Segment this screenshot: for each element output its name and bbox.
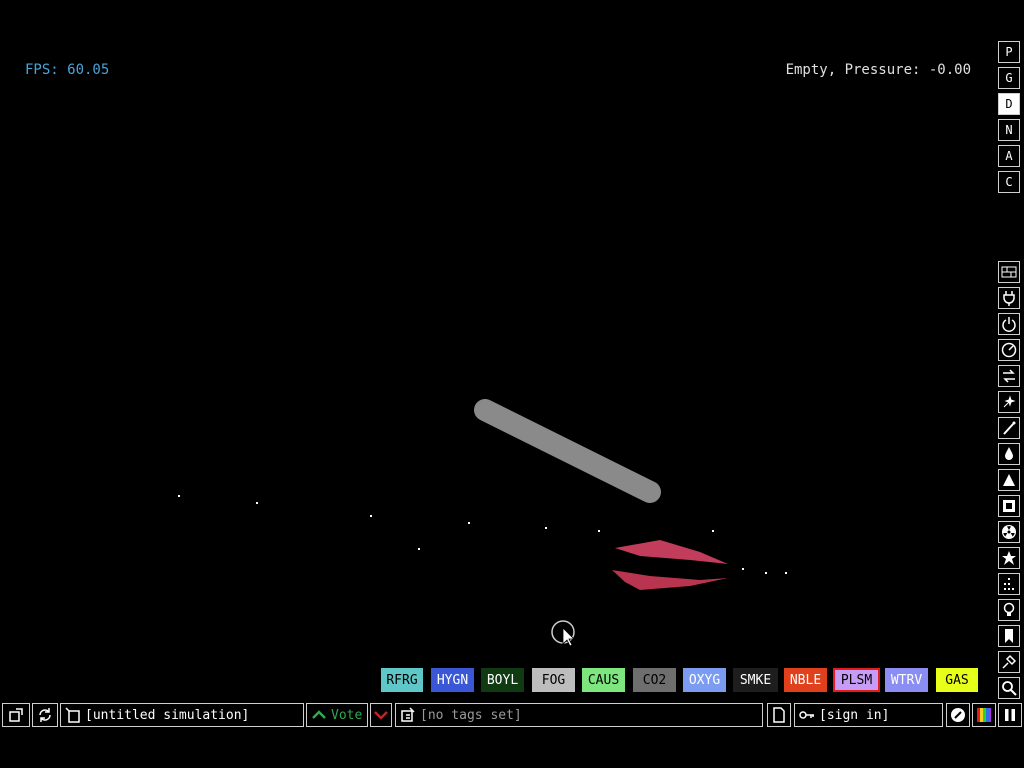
tags-field[interactable]: [no tags set] xyxy=(395,703,763,727)
sign-in-button[interactable]: [sign in] xyxy=(794,703,943,727)
force-icon[interactable] xyxy=(998,365,1020,387)
save-icon xyxy=(65,707,81,723)
element-button-smke[interactable]: SMKE xyxy=(733,668,778,692)
vote-up-button[interactable]: Vote xyxy=(306,703,368,727)
element-button-nble[interactable]: NBLE xyxy=(784,668,827,692)
walls-icon[interactable] xyxy=(998,261,1020,283)
element-button-co2[interactable]: CO2 xyxy=(633,668,676,692)
save-simulation-button[interactable]: [untitled simulation] xyxy=(60,703,304,727)
element-button-hygn[interactable]: HYGN xyxy=(431,668,474,692)
plasma-cloud xyxy=(612,540,728,590)
element-button-gas[interactable]: GAS xyxy=(936,668,978,692)
palette-icon xyxy=(977,708,991,722)
simulation-title: [untitled simulation] xyxy=(85,707,250,723)
settings-icon xyxy=(951,708,965,722)
renderer-button[interactable] xyxy=(972,703,996,727)
open-icon xyxy=(9,708,23,722)
mode-button-p[interactable]: P xyxy=(998,41,1020,63)
new-simulation-button[interactable] xyxy=(767,703,791,727)
simulation-canvas[interactable] xyxy=(0,0,990,660)
element-button-fog[interactable]: FOG xyxy=(532,668,575,692)
pause-icon xyxy=(1005,709,1015,721)
vote-down-icon xyxy=(374,711,388,720)
search-icon[interactable] xyxy=(998,677,1020,699)
open-simulation-button[interactable] xyxy=(2,703,30,727)
gas-streak xyxy=(474,399,661,503)
document-icon xyxy=(773,707,785,723)
life-icon[interactable] xyxy=(998,573,1020,595)
tag-icon xyxy=(400,707,416,723)
tools-icon[interactable] xyxy=(998,599,1020,621)
pause-button[interactable] xyxy=(998,703,1022,727)
vote-label: Vote xyxy=(331,707,363,723)
pressure-readout: Empty, Pressure: -0.00 xyxy=(785,62,971,78)
element-button-wtrv[interactable]: WTRV xyxy=(885,668,928,692)
brush-cursor-icon xyxy=(551,620,575,647)
explosives-icon[interactable] xyxy=(998,391,1020,413)
sign-in-label: [sign in] xyxy=(819,707,890,723)
tags-text: [no tags set] xyxy=(420,707,522,723)
favorites-icon[interactable] xyxy=(998,625,1020,647)
powered-icon[interactable] xyxy=(998,313,1020,335)
vote-down-button[interactable] xyxy=(370,703,392,727)
key-icon xyxy=(799,707,815,723)
element-button-plsm[interactable]: PLSM xyxy=(833,668,880,692)
special-icon[interactable] xyxy=(998,547,1020,569)
element-button-rfrg[interactable]: RFRG xyxy=(381,668,423,692)
solids-icon[interactable] xyxy=(998,495,1020,517)
gases-icon[interactable] xyxy=(998,417,1020,439)
element-button-caus[interactable]: CAUS xyxy=(582,668,625,692)
electronics-icon[interactable] xyxy=(998,287,1020,309)
radioactive-icon[interactable] xyxy=(998,521,1020,543)
liquids-icon[interactable] xyxy=(998,443,1020,465)
vote-up-icon xyxy=(311,707,327,723)
mode-button-c[interactable]: C xyxy=(998,171,1020,193)
element-button-boyl[interactable]: BOYL xyxy=(481,668,524,692)
fps-counter: FPS: 60.05 xyxy=(25,62,110,78)
mode-button-a[interactable]: A xyxy=(998,145,1020,167)
mode-button-n[interactable]: N xyxy=(998,119,1020,141)
mode-button-d[interactable]: D xyxy=(998,93,1020,115)
sensors-icon[interactable] xyxy=(998,339,1020,361)
element-button-oxyg[interactable]: OXYG xyxy=(683,668,726,692)
settings-button[interactable] xyxy=(946,703,970,727)
reload-icon xyxy=(39,708,51,722)
decoration-icon[interactable] xyxy=(998,651,1020,673)
reload-button[interactable] xyxy=(32,703,58,727)
scattered-particles xyxy=(178,495,787,574)
powders-icon[interactable] xyxy=(998,469,1020,491)
mode-button-g[interactable]: G xyxy=(998,67,1020,89)
